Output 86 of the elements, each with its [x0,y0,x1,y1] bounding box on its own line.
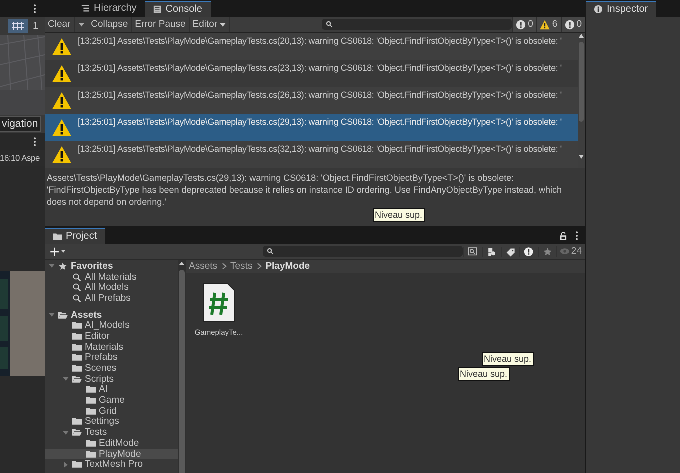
folder-icon [58,310,68,320]
error-count-toggle[interactable]: 0 [512,17,536,32]
script-file-icon[interactable] [202,283,236,323]
warning-icon [52,92,72,110]
warning-icon [52,38,72,56]
toolbar-button[interactable]: Clear [45,17,75,32]
breadcrumb-link[interactable]: Tests [230,261,253,272]
toolbar-button[interactable]: Editor [190,17,230,32]
caret-icon[interactable] [63,376,69,382]
navigation-field[interactable]: vigation [0,116,42,132]
info-icon [594,5,603,14]
folder-icon [53,232,62,241]
log-entry[interactable]: [13:25:01] Assets\Tests\PlayMode\GameplayTests.cs(29,13): warning CS0618: 'Object.FindFirstObjectByType<T>()' is obsolete: ' [45,114,578,141]
caret-icon[interactable] [49,263,55,270]
tree-item[interactable]: Favorites [45,261,178,272]
tree-item[interactable]: All Models [45,282,178,294]
folder-icon [72,428,82,438]
menu-icon[interactable] [575,231,579,241]
panel-tab[interactable]: Hierarchy [73,0,145,17]
warning-icon [540,20,550,30]
tooltip: Niveau sup. [482,352,534,366]
tree-item[interactable]: Game [45,395,178,406]
toolbar-value: 1 [33,20,39,32]
toolbar-button[interactable]: Collapse [88,17,132,32]
menu-icon[interactable] [33,136,37,146]
warning-icon [52,146,72,164]
breadcrumb-link[interactable]: Assets [189,261,218,272]
tree-item[interactable]: Prefabs [45,352,178,364]
caret-icon [220,22,226,26]
toolbar-button[interactable]: Error Pause [132,17,190,32]
tooltip: Niveau sup. [373,208,425,222]
tree-item[interactable]: AI_Models [45,320,178,332]
search-icon [326,21,333,28]
tree-item[interactable]: Editor [45,331,178,342]
tree-item[interactable]: AI [45,384,178,396]
panel-tab[interactable]: Console [144,1,210,17]
chevron-icon [222,263,227,270]
warning-icon [52,65,72,83]
warning-count-toggle[interactable]: 6 [536,17,561,32]
menu-icon[interactable] [33,4,37,14]
tree-item[interactable]: Tests [45,427,178,438]
tooltip: Niveau sup. [458,367,510,381]
info-count-toggle[interactable]: 0 [560,17,585,32]
search-icon [72,283,82,292]
eye-icon [560,248,570,255]
tree-item[interactable]: Settings [45,416,178,428]
folder-icon [72,374,82,384]
search-field[interactable] [322,19,512,30]
caret-icon[interactable] [78,22,84,26]
caret-icon[interactable] [63,430,69,436]
tree-item[interactable]: Scenes [45,363,178,374]
list-icon [81,4,90,13]
lock-icon[interactable] [560,232,567,241]
error-icon [516,20,526,30]
search-icon [72,272,82,282]
scrollbar[interactable] [178,260,186,473]
scrollbar[interactable] [578,33,585,168]
grid-button[interactable] [8,19,28,33]
warning-icon [52,119,72,137]
caret-icon[interactable] [49,312,55,318]
tree-item[interactable]: Scripts [45,374,178,385]
tree-item[interactable]: Materials [45,342,178,352]
star-icon [58,262,68,271]
caret-icon[interactable] [63,462,69,468]
log-detail-text: Assets\Tests\PlayMode\GameplayTests.cs(29,13): warning CS0618: 'Object.FindFirstObjectByType<T>()' is obsolete: 'FindFirstObjectByType has been deprecated because it relies on instance ID ordering. Use FindAnyObjectByType instead, which does not depend on ordering.' [47,172,563,208]
tree-item[interactable]: Assets [45,310,178,320]
search-field[interactable] [263,246,464,257]
log-entry[interactable]: [13:25:01] Assets\Tests\PlayMode\GameplayTests.cs(32,13): warning CS0618: 'Object.FindFirstObjectByType<T>()' is obsolete: ' [45,141,578,168]
panel-tab[interactable]: Project [45,228,106,244]
visibility-toggle[interactable]: 24 [556,246,585,257]
tree-item[interactable]: PlayMode [45,448,178,460]
tree-item[interactable]: Grid [45,406,178,417]
chevron-icon [256,263,262,270]
log-entry[interactable]: [13:25:01] Assets\Tests\PlayMode\GameplayTests.cs(26,13): warning CS0618: 'Object.FindFirstObjectByType<T>()' is obsolete: ' [45,87,578,114]
panel-tab[interactable]: Inspector [586,1,656,17]
add-button[interactable] [49,246,68,256]
breadcrumb-link[interactable]: PlayMode [266,261,310,272]
tree-item[interactable]: TextMesh Pro [45,459,178,470]
tree-item[interactable]: EditMode [45,438,178,449]
tree-item[interactable]: All Prefabs [45,293,178,304]
search-icon [72,294,82,303]
search-icon [267,248,274,255]
tree-item[interactable]: All Materials [45,272,178,282]
console-icon [152,5,162,14]
log-entry[interactable]: [13:25:01] Assets\Tests\PlayMode\GameplayTests.cs(20,13): warning CS0618: 'Object.FindFirstObjectByType<T>()' is obsolete: ' [45,33,578,60]
info-icon [564,20,575,30]
